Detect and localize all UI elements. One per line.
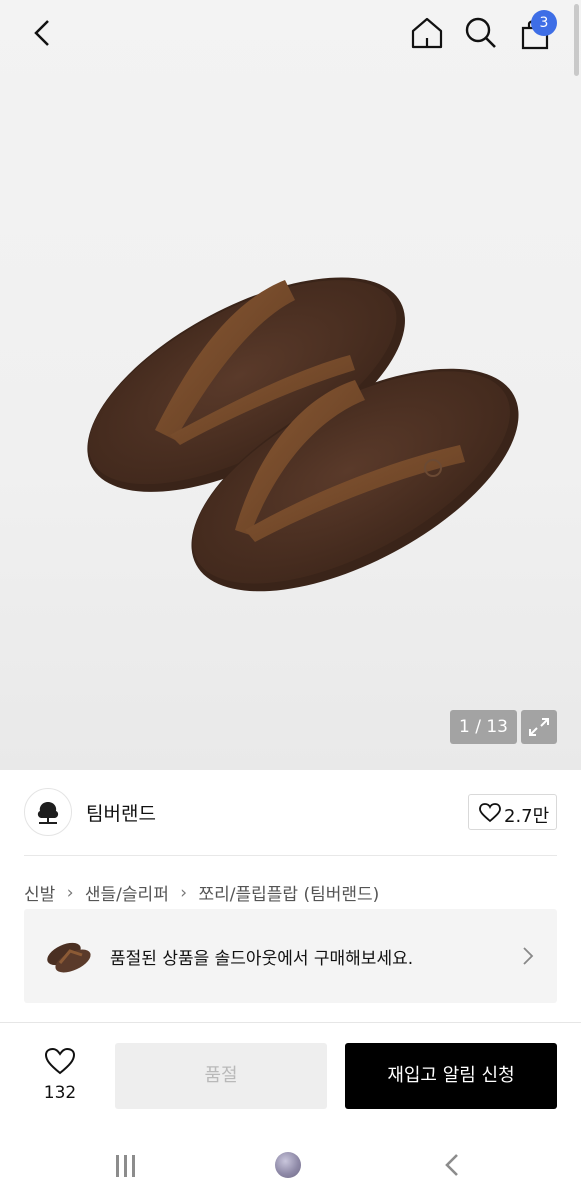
breadcrumb-item-subcategory[interactable]: 샌들/슬리퍼 (85, 885, 169, 905)
chevron-right-icon: › (66, 882, 74, 903)
brand-name[interactable]: 팀버랜드 (86, 799, 156, 826)
recent-apps-icon[interactable] (112, 1153, 140, 1179)
soldout-promo-banner[interactable]: 품절된 상품을 솔드아웃에서 구매해보세요. (24, 909, 557, 1003)
product-thumbnail (47, 942, 91, 973)
heart-icon (44, 1047, 76, 1075)
home-button-icon[interactable] (275, 1152, 301, 1178)
heart-icon (479, 803, 501, 823)
chevron-right-icon (523, 947, 534, 965)
breadcrumb: 신발 › 샌들/슬리퍼 › 쪼리/플립플랍 (팀버랜드) (24, 880, 379, 906)
purchase-action-bar: 132 품절 재입고 알림 신청 (0, 1022, 581, 1132)
chevron-left-icon[interactable] (22, 12, 64, 54)
system-navigation-bar (0, 1132, 581, 1200)
brand-like-count: 2.7만 (504, 806, 550, 827)
wishlist-button[interactable]: 132 (30, 1043, 90, 1113)
chevron-right-icon: › (180, 882, 188, 903)
system-back-icon[interactable] (440, 1152, 464, 1178)
search-icon[interactable] (460, 12, 502, 54)
breadcrumb-item-type[interactable]: 쪼리/플립플랍 (팀버랜드) (198, 885, 379, 905)
expand-icon[interactable] (521, 710, 557, 744)
cart-count-badge: 3 (531, 10, 557, 36)
brand-row: 팀버랜드 2.7만 (0, 770, 581, 856)
restock-alert-button[interactable]: 재입고 알림 신청 (345, 1043, 557, 1109)
image-counter: 1 / 13 (450, 710, 517, 744)
product-image (87, 277, 519, 592)
home-icon[interactable] (406, 12, 448, 54)
brand-like-button[interactable]: 2.7만 (468, 794, 557, 830)
top-navigation-bar: 3 (0, 0, 581, 66)
breadcrumb-item-category[interactable]: 신발 (24, 885, 55, 905)
wishlist-count: 132 (43, 1083, 77, 1103)
soldout-button[interactable]: 품절 (115, 1043, 327, 1109)
brand-logo[interactable] (24, 788, 72, 836)
product-image-gallery[interactable]: 1 / 13 (0, 0, 581, 770)
divider (24, 855, 557, 856)
soldout-banner-text: 품절된 상품을 솔드아웃에서 구매해보세요. (110, 949, 414, 969)
